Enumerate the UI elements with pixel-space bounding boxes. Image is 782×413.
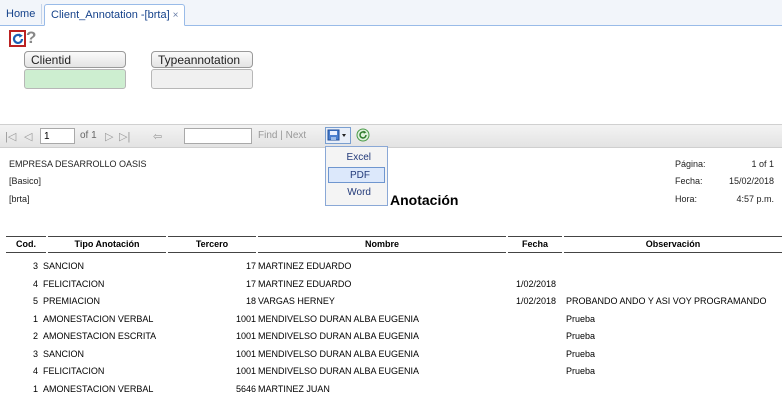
cell-tercero: 1001 [235,348,256,359]
cell-obs: PROBANDO ANDO Y ASI VOY PROGRAMANDO [566,296,767,306]
help-icon[interactable]: ? [26,28,36,48]
cell-cod: 3 [32,261,38,271]
cell-cod: 1 [32,313,38,324]
cell-obs: Prueba [566,366,596,376]
cell-fecha: 1/02/2018 [515,296,556,306]
col-tercero: Tercero [168,236,256,253]
fecha-value: 15/02/2018 [728,176,774,186]
table-row: 3 SANCION 17 MARTINEZ EDUARDO [0,259,782,276]
cell-tercero: 18 [245,296,256,306]
tab-bar: Home Client_Annotation -[brta] × [0,0,782,26]
export-button[interactable] [325,127,351,144]
typeannotation-field[interactable] [151,69,253,89]
cell-cod: 2 [32,331,38,341]
col-tipo: Tipo Anotación [48,236,166,253]
cell-nombre: MARTINEZ JUAN [258,383,330,394]
pagina-label: Página: [675,159,706,169]
close-icon[interactable]: × [173,10,179,21]
cell-tercero: 5646 [235,383,256,394]
cell-nombre: MENDIVELSO DURAN ALBA EUGENIA [258,331,420,341]
cell-tercero: 1001 [235,331,256,341]
cell-tipo: AMONESTACION VERBAL [43,383,154,394]
export-menu: Excel PDF Word [325,146,388,206]
cell-cod: 4 [32,278,38,289]
find-input[interactable] [184,128,252,144]
export-word[interactable]: Word [328,185,385,201]
report-refresh-icon[interactable] [356,128,370,147]
col-cod: Cod. [6,236,46,253]
report-toolbar: |◁ ◁ 1 of 1 ▷ ▷| ⇦ Find | Next [0,124,782,148]
col-nombre: Nombre [258,236,506,253]
hora-label: Hora: [675,194,698,204]
cell-nombre: MARTINEZ EDUARDO [258,261,352,271]
cell-nombre: MENDIVELSO DURAN ALBA EUGENIA [258,366,420,376]
cell-tipo: PREMIACION [43,296,101,306]
tab-client-annotation[interactable]: Client_Annotation -[brta] × [44,4,186,26]
cell-cod: 3 [32,348,38,359]
cell-obs: Prueba [566,313,596,324]
clientid-field[interactable] [24,69,126,89]
cell-obs: Prueba [566,348,596,359]
cell-tercero: 1001 [235,313,256,324]
table-row: 4 FELICITACION 17 MARTINEZ EDUARDO 1/02/2018 [0,277,782,294]
page-count: of 1 [80,130,97,141]
refresh-icon[interactable] [9,30,26,47]
export-excel[interactable]: Excel [328,150,385,166]
find-next-link[interactable]: Find | Next [258,130,306,141]
tab-label: Client_Annotation -[brta] [51,9,170,21]
report-subtitle-1: [Basico] [9,176,42,186]
cell-tipo: SANCION [43,348,85,359]
prev-page-icon[interactable]: ◁ [24,130,32,143]
cell-cod: 4 [32,366,38,376]
back-icon[interactable]: ⇦ [153,130,162,143]
table-row: 2 AMONESTACION ESCRITA 1001 MENDIVELSO DURA… [0,329,782,346]
page-number-input[interactable]: 1 [40,128,75,144]
tab-home[interactable]: Home [0,4,43,24]
hora-value: 4:57 p.m. [736,194,774,204]
typeannotation-label: Typeannotation [151,51,253,68]
company-name: EMPRESA DESARROLLO OASIS [9,159,147,169]
report-subtitle-2: [brta] [9,194,30,204]
cell-tipo: SANCION [43,261,85,271]
cell-tipo: FELICITACION [43,278,105,289]
col-fecha: Fecha [508,236,562,253]
cell-tipo: FELICITACION [43,366,105,376]
fecha-label: Fecha: [675,176,703,186]
export-pdf[interactable]: PDF [328,167,385,183]
col-observacion: Observación [564,236,782,253]
next-page-icon[interactable]: ▷ [105,130,113,143]
cell-nombre: MARTINEZ EDUARDO [258,278,352,289]
report-title: Anotación [390,192,459,208]
cell-tercero: 17 [245,261,256,271]
cell-obs: Prueba [566,331,596,341]
first-page-icon[interactable]: |◁ [5,130,16,143]
cell-tipo: AMONESTACION VERBAL [43,313,154,324]
cell-cod: 1 [32,383,38,394]
cell-nombre: MENDIVELSO DURAN ALBA EUGENIA [258,313,420,324]
cell-tercero: 17 [245,278,256,289]
cell-nombre: MENDIVELSO DURAN ALBA EUGENIA [258,348,420,359]
table-row: 1 AMONESTACION VERBAL 5646 MARTINEZ JUAN [0,382,782,399]
cell-nombre: VARGAS HERNEY [258,296,335,306]
pagina-value: 1 of 1 [751,159,774,169]
table-row: 5 PREMIACION 18 VARGAS HERNEY 1/02/2018 PROBA… [0,294,782,311]
table-row: 3 SANCION 1001 MENDIVELSO DURAN ALBA EUGENI… [0,347,782,364]
last-page-icon[interactable]: ▷| [119,130,130,143]
cell-tercero: 1001 [235,366,256,376]
cell-cod: 5 [32,296,38,306]
table-row: 1 AMONESTACION VERBAL 1001 MENDIVELSO DURAN… [0,312,782,329]
cell-tipo: AMONESTACION ESCRITA [43,331,157,341]
cell-fecha: 1/02/2018 [515,278,556,289]
table-row: 4 FELICITACION 1001 MENDIVELSO DURAN ALBA E… [0,364,782,381]
clientid-label: Clientid [24,51,126,68]
